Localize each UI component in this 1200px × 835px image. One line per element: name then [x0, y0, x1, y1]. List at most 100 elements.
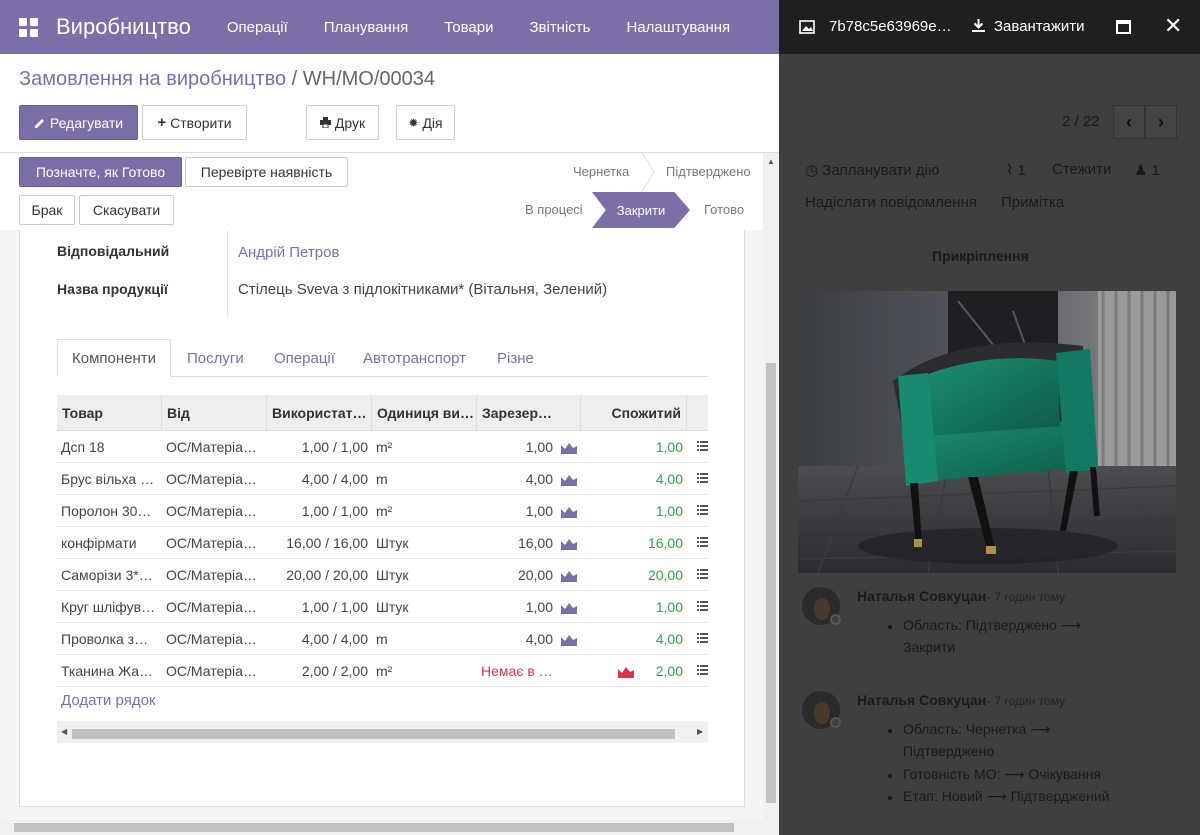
- forecast-chart-icon[interactable]: [618, 665, 634, 678]
- detailed-operations-icon[interactable]: [697, 441, 708, 452]
- menu-products[interactable]: Товари: [426, 19, 511, 36]
- close-icon[interactable]: ✕: [1164, 13, 1182, 39]
- col-uom[interactable]: Одиниця ви…: [372, 395, 477, 431]
- cell-product: Дсп 18: [61, 439, 105, 455]
- top-navbar: Виробництво Операції Планування Товари З…: [0, 0, 779, 54]
- maximize-icon[interactable]: [1116, 20, 1131, 34]
- forecast-chart-icon[interactable]: [561, 601, 577, 614]
- create-button-label: Створити: [170, 114, 232, 131]
- create-button[interactable]: + Створити: [142, 105, 247, 140]
- detailed-operations-icon[interactable]: [697, 601, 708, 612]
- attachment-image[interactable]: [798, 291, 1176, 573]
- scroll-left-icon[interactable]: ◀: [61, 727, 67, 736]
- download-button[interactable]: Завантажити: [994, 18, 1085, 35]
- control-panel-divider: [0, 152, 779, 153]
- forecast-chart-icon[interactable]: [561, 505, 577, 518]
- page-horizontal-scrollbar[interactable]: [0, 820, 779, 835]
- detailed-operations-icon[interactable]: [697, 473, 708, 484]
- cell-reserved: 1,00: [525, 599, 553, 615]
- tab-services[interactable]: Послуги: [173, 339, 258, 377]
- send-message-button[interactable]: Надіслати повідомлення: [805, 194, 977, 211]
- stage-close-active[interactable]: Закрити: [592, 192, 690, 228]
- menu-reporting[interactable]: Звітність: [511, 19, 608, 36]
- responsible-value[interactable]: Андрій Петров: [238, 244, 339, 261]
- add-line-link[interactable]: Додати рядок: [61, 692, 155, 709]
- menu-operations[interactable]: Операції: [209, 19, 306, 36]
- scroll-right-icon[interactable]: ▶: [697, 727, 703, 736]
- table-row[interactable]: Круг шліфув… OC/Матеріа… 1,00 / 1,00 Штук 1,…: [57, 591, 708, 623]
- followers-counter[interactable]: ♟ 1: [1134, 161, 1160, 179]
- stage-in-progress[interactable]: В процесі: [525, 202, 583, 217]
- table-row[interactable]: Проволка з… OC/Матеріа… 4,00 / 4,00 m 4,00 4,…: [57, 623, 708, 655]
- breadcrumb: Замовлення на виробництво / WH/MO/00034: [19, 68, 435, 91]
- cell-from: OC/Матеріа…: [166, 471, 257, 487]
- table-row[interactable]: Тканина Жа… OC/Матеріа… 2,00 / 2,00 m² Немає…: [57, 655, 708, 687]
- page-scroll-thumb[interactable]: [14, 823, 734, 832]
- pager-previous-button[interactable]: ‹: [1113, 105, 1145, 139]
- download-icon[interactable]: [971, 18, 986, 33]
- table-row[interactable]: Поролон 30… OC/Матеріа… 1,00 / 1,00 m² 1,00 1…: [57, 495, 708, 527]
- stage-draft[interactable]: Чернетка: [573, 164, 629, 179]
- mark-done-button[interactable]: Позначте, як Готово: [19, 157, 182, 187]
- attachments-counter[interactable]: ⌇ 1: [1006, 161, 1026, 179]
- detailed-operations-icon[interactable]: [697, 633, 708, 644]
- tab-operations[interactable]: Операції: [260, 339, 349, 377]
- forecast-chart-icon[interactable]: [561, 473, 577, 486]
- col-used[interactable]: Використат…: [267, 395, 372, 431]
- cell-used: 1,00 / 1,00: [301, 599, 368, 615]
- table-row[interactable]: конфірмати OC/Матеріа… 16,00 / 16,00 Штук 16…: [57, 527, 708, 559]
- forecast-chart-icon[interactable]: [561, 569, 577, 582]
- scroll-up-icon[interactable]: ▲: [767, 157, 775, 166]
- form-vertical-scrollbar[interactable]: ▲: [763, 153, 779, 820]
- col-consumed[interactable]: Спожитий: [581, 395, 687, 431]
- detailed-operations-icon[interactable]: [697, 505, 708, 516]
- message-author[interactable]: Наталья Совкуцан: [857, 692, 986, 708]
- detailed-operations-icon[interactable]: [697, 537, 708, 548]
- col-from[interactable]: Від: [162, 395, 267, 431]
- detailed-operations-icon[interactable]: [697, 569, 708, 580]
- chevron-left-icon: ‹: [1126, 111, 1132, 132]
- col-reserved[interactable]: Зарезер…: [477, 395, 581, 431]
- edit-button[interactable]: Редагувати: [19, 105, 138, 140]
- scrap-button[interactable]: Брак: [19, 195, 75, 225]
- breadcrumb-current: WH/MO/00034: [302, 68, 436, 90]
- table-row[interactable]: Брус вільха … OC/Матеріа… 4,00 / 4,00 m 4,00…: [57, 463, 708, 495]
- cell-product: Поролон 30…: [61, 503, 152, 519]
- cell-consumed: 16,00: [647, 535, 683, 551]
- stage-confirmed[interactable]: Підтверджено: [666, 164, 751, 179]
- forecast-chart-icon[interactable]: [561, 441, 577, 454]
- product-name-value[interactable]: Стілець Sveva з підлокітниками* (Вітальн…: [238, 281, 607, 298]
- app-brand[interactable]: Виробництво: [56, 14, 191, 40]
- follow-button[interactable]: Стежити: [1052, 161, 1111, 178]
- tab-misc[interactable]: Різне: [483, 339, 548, 377]
- table-horizontal-scrollbar[interactable]: ◀ ▶: [57, 721, 708, 743]
- forecast-chart-icon[interactable]: [561, 633, 577, 646]
- table-scroll-thumb[interactable]: [72, 729, 675, 739]
- print-button[interactable]: Друк: [306, 105, 379, 140]
- cell-reserved: 1,00: [525, 439, 553, 455]
- cell-used: 2,00 / 2,00: [301, 663, 368, 679]
- cell-reserved: 1,00: [525, 503, 553, 519]
- action-button[interactable]: ✹ Дія: [396, 105, 455, 140]
- col-product[interactable]: Товар: [57, 395, 162, 431]
- table-row[interactable]: Дсп 18 OC/Матеріа… 1,00 / 1,00 m² 1,00 1,00: [57, 431, 708, 463]
- schedule-activity-button[interactable]: ◷ Запланувати дію: [805, 161, 939, 179]
- menu-planning[interactable]: Планування: [306, 19, 427, 36]
- apps-menu-icon[interactable]: [0, 0, 56, 54]
- menu-settings[interactable]: Налаштування: [609, 19, 749, 36]
- pager-next-button[interactable]: ›: [1145, 105, 1177, 139]
- table-row[interactable]: Саморізи 3*… OC/Матеріа… 20,00 / 20,00 Штук…: [57, 559, 708, 591]
- message-author[interactable]: Наталья Совкуцан: [857, 588, 986, 604]
- log-note-button[interactable]: Примітка: [1001, 194, 1064, 211]
- cell-product: конфірмати: [61, 535, 137, 551]
- forecast-chart-icon[interactable]: [561, 537, 577, 550]
- image-icon: [799, 20, 815, 34]
- form-scroll-thumb[interactable]: [766, 363, 776, 803]
- check-availability-button[interactable]: Перевірте наявність: [185, 157, 348, 187]
- detailed-operations-icon[interactable]: [697, 665, 708, 676]
- breadcrumb-parent[interactable]: Замовлення на виробництво: [19, 68, 286, 90]
- tab-components[interactable]: Компоненти: [57, 339, 172, 377]
- stage-done[interactable]: Готово: [704, 202, 744, 217]
- tab-transport[interactable]: Автотранспорт: [349, 339, 480, 377]
- cancel-button[interactable]: Скасувати: [79, 195, 174, 225]
